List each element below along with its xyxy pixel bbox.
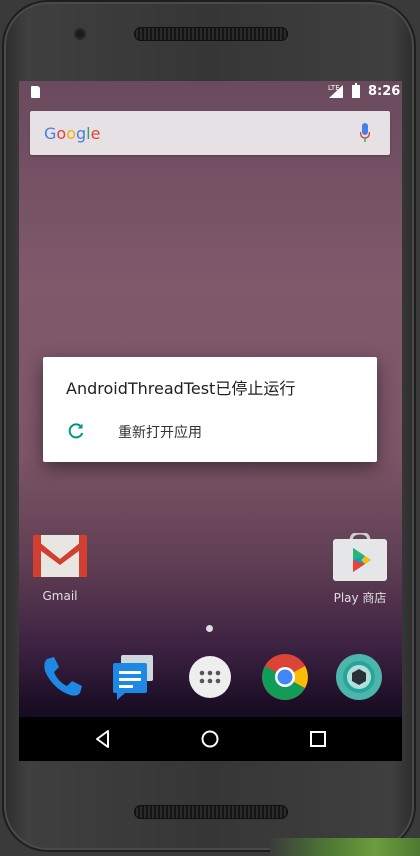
- app-play-store[interactable]: Play 商店: [325, 531, 395, 606]
- back-icon[interactable]: [91, 727, 115, 751]
- messages-icon[interactable]: [109, 653, 157, 701]
- phone-frame: LTE 8:26 Google Gmail Play 商店 AndroidThr…: [2, 0, 416, 852]
- navigation-bar: [19, 717, 402, 761]
- app-drawer-icon[interactable]: [186, 653, 234, 701]
- reopen-app-option[interactable]: 重新打开应用: [43, 415, 377, 449]
- status-bar: LTE 8:26: [19, 81, 402, 105]
- google-search-bar[interactable]: Google: [30, 111, 390, 155]
- sd-card-icon: [31, 86, 40, 98]
- mic-icon[interactable]: [360, 123, 370, 143]
- reopen-app-label: 重新打开应用: [118, 425, 202, 441]
- dialog-title: AndroidThreadTest已停止运行: [66, 379, 296, 398]
- app-label-gmail: Gmail: [42, 589, 78, 603]
- camera-icon[interactable]: [335, 653, 383, 701]
- front-camera: [74, 28, 86, 40]
- recents-icon[interactable]: [306, 727, 330, 751]
- top-speaker: [134, 27, 288, 41]
- home-icon[interactable]: [198, 727, 222, 751]
- phone-icon[interactable]: [37, 653, 85, 701]
- page-indicator: [206, 625, 213, 632]
- bottom-speaker: [134, 805, 288, 819]
- desk-background: [270, 838, 420, 856]
- play-store-icon: [333, 531, 387, 581]
- status-time: 8:26: [368, 84, 401, 99]
- gmail-icon: [33, 533, 87, 579]
- app-crash-dialog: AndroidThreadTest已停止运行 重新打开应用: [43, 357, 377, 462]
- app-label-play-store: Play 商店: [333, 591, 387, 605]
- battery-icon: [352, 83, 360, 98]
- chrome-icon[interactable]: [261, 653, 309, 701]
- lte-label: LTE: [328, 84, 340, 92]
- google-logo: Google: [44, 124, 101, 143]
- app-gmail[interactable]: Gmail: [25, 533, 95, 603]
- reload-icon: [68, 423, 84, 439]
